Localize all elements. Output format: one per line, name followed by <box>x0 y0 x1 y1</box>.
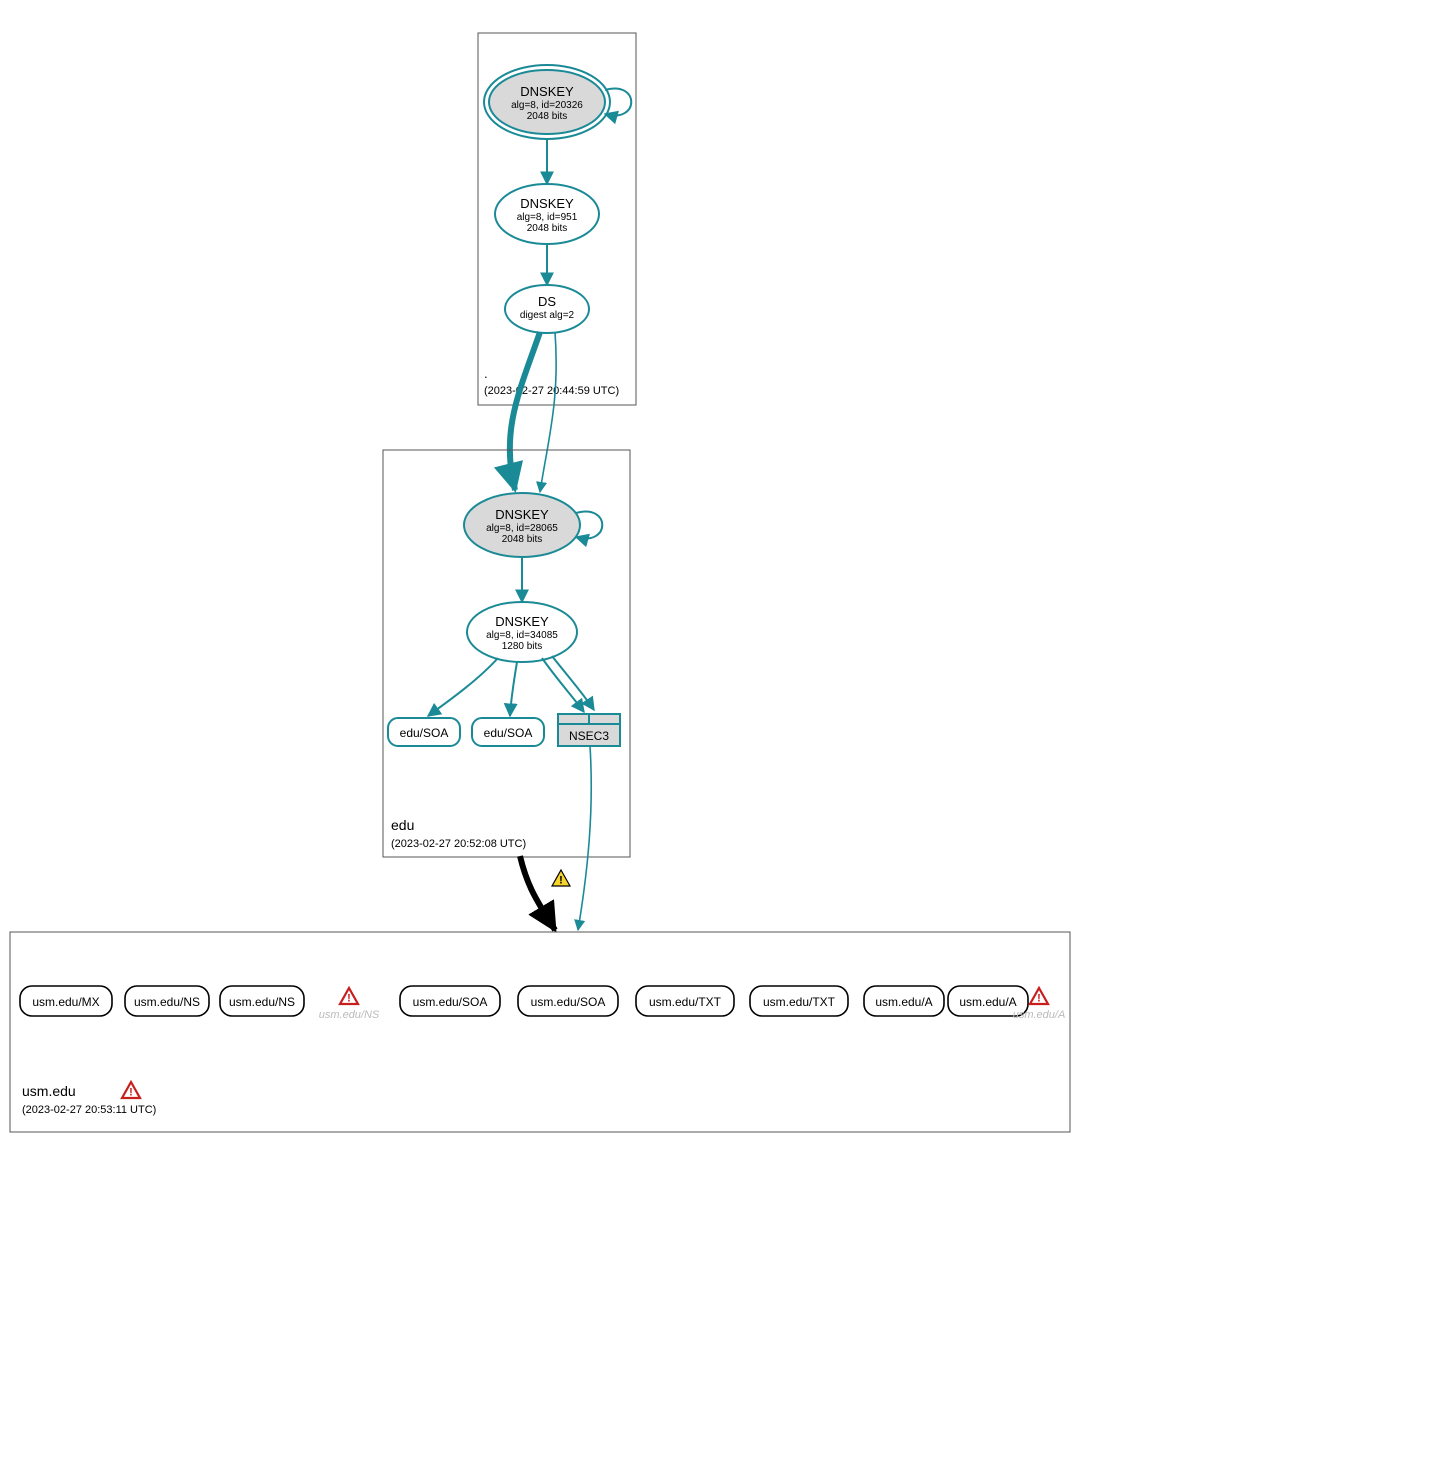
edu-zone-label: edu <box>391 817 414 833</box>
dnssec-diagram: DNSKEY alg=8, id=20326 2048 bits DNSKEY … <box>0 0 1455 1477</box>
edu-soa-2: edu/SOA <box>472 718 544 746</box>
edge-edu-zsk-nsec3 <box>542 658 584 712</box>
root-zsk-title: DNSKEY <box>520 196 574 211</box>
root-ksk-title: DNSKEY <box>520 84 574 99</box>
usm-rrset-0-label: usm.edu/MX <box>32 995 99 1009</box>
edu-dnskey-ksk: DNSKEY alg=8, id=28065 2048 bits <box>464 493 580 557</box>
root-ds: DS digest alg=2 <box>505 285 589 333</box>
usm-rrset-4: usm.edu/SOA <box>518 986 618 1016</box>
usm-rrset-2-label: usm.edu/NS <box>229 995 295 1009</box>
edu-nsec3: NSEC3 <box>558 714 620 746</box>
usm-rrset-7-label: usm.edu/A <box>875 995 932 1009</box>
root-zone-label: . <box>484 366 488 381</box>
usm-rrset-7: usm.edu/A <box>864 986 944 1016</box>
usm-a-error-label: usm.edu/A <box>1013 1009 1066 1021</box>
edge-edu-zsk-soa2 <box>510 662 517 716</box>
warning-icon: ! <box>340 988 358 1005</box>
svg-text:!: ! <box>129 1087 133 1099</box>
usm-rrset-3: usm.edu/SOA <box>400 986 500 1016</box>
edu-ksk-title: DNSKEY <box>495 507 549 522</box>
edge-ds-to-edu-ksk <box>510 332 540 490</box>
edu-ksk-sub1: alg=8, id=28065 <box>486 523 558 534</box>
usm-rrset-8-label: usm.edu/A <box>959 995 1016 1009</box>
edu-zsk-title: DNSKEY <box>495 614 549 629</box>
root-ksk-sub2: 2048 bits <box>527 111 568 122</box>
usm-rrset-3-label: usm.edu/SOA <box>413 995 488 1009</box>
edge-ds-to-edu-ksk-thin <box>540 332 556 492</box>
usm-ns-error: ! usm.edu/NS <box>319 988 380 1021</box>
root-ds-sub1: digest alg=2 <box>520 310 575 321</box>
usm-zone-label: usm.edu <box>22 1083 76 1099</box>
root-zone-timestamp: (2023-02-27 20:44:59 UTC) <box>484 385 619 397</box>
edu-zsk-sub1: alg=8, id=34085 <box>486 630 558 641</box>
usm-zone-warning-icon: ! <box>122 1082 140 1099</box>
usm-rrset-1-label: usm.edu/NS <box>134 995 200 1009</box>
usm-zone-timestamp: (2023-02-27 20:53:11 UTC) <box>22 1104 156 1116</box>
warning-icon: ! <box>1030 988 1048 1005</box>
svg-text:!: ! <box>347 993 351 1005</box>
edu-zone-timestamp: (2023-02-27 20:52:08 UTC) <box>391 838 526 850</box>
edu-ksk-sub2: 2048 bits <box>502 534 543 545</box>
root-dnskey-zsk: DNSKEY alg=8, id=951 2048 bits <box>495 184 599 244</box>
zone-root: DNSKEY alg=8, id=20326 2048 bits DNSKEY … <box>478 33 636 405</box>
root-dnskey-ksk: DNSKEY alg=8, id=20326 2048 bits <box>484 65 610 139</box>
delegation-warning-icon: ! <box>552 870 570 887</box>
zone-usm: usm.edu/MX usm.edu/NS usm.edu/NS usm.edu/SO… <box>10 932 1070 1132</box>
usm-rrset-6-label: usm.edu/TXT <box>763 995 836 1009</box>
usm-ns-error-label: usm.edu/NS <box>319 1009 380 1021</box>
usm-rrset-5-label: usm.edu/TXT <box>649 995 722 1009</box>
edge-edu-zsk-nsec3-b <box>552 656 594 710</box>
usm-rrset-0: usm.edu/MX <box>20 986 112 1016</box>
edu-nsec3-label: NSEC3 <box>569 729 609 743</box>
root-zsk-sub2: 2048 bits <box>527 223 568 234</box>
edu-dnskey-zsk: DNSKEY alg=8, id=34085 1280 bits <box>467 602 577 662</box>
root-ds-title: DS <box>538 294 556 309</box>
usm-rrset-1: usm.edu/NS <box>125 986 209 1016</box>
usm-rrset-4-label: usm.edu/SOA <box>531 995 606 1009</box>
edu-soa-1-label: edu/SOA <box>400 726 449 740</box>
zone-edu: DNSKEY alg=8, id=28065 2048 bits DNSKEY … <box>383 450 630 857</box>
usm-rrset-2: usm.edu/NS <box>220 986 304 1016</box>
edu-soa-1: edu/SOA <box>388 718 460 746</box>
edu-soa-2-label: edu/SOA <box>484 726 533 740</box>
edge-nsec3-to-usm <box>578 746 591 930</box>
svg-text:!: ! <box>1037 993 1041 1005</box>
usm-rrset-5: usm.edu/TXT <box>636 986 734 1016</box>
edu-zsk-sub2: 1280 bits <box>502 641 543 652</box>
root-ksk-sub1: alg=8, id=20326 <box>511 100 583 111</box>
edge-edu-to-usm-deleg <box>520 856 555 930</box>
edge-edu-zsk-soa1 <box>428 658 498 716</box>
svg-text:!: ! <box>559 875 563 887</box>
usm-rrset-6: usm.edu/TXT <box>750 986 848 1016</box>
root-zsk-sub1: alg=8, id=951 <box>517 212 578 223</box>
